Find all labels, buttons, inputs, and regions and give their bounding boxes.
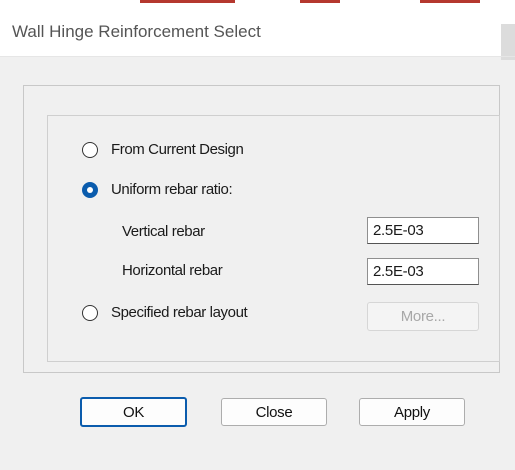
from-current-design-radio[interactable]: [82, 142, 98, 158]
horizontal-rebar-label: Horizontal rebar: [122, 262, 223, 279]
apply-button[interactable]: Apply: [359, 398, 465, 426]
from-current-design-label[interactable]: From Current Design: [111, 141, 244, 158]
close-button[interactable]: Close: [221, 398, 327, 426]
window-title: Wall Hinge Reinforcement Select: [12, 22, 261, 41]
background-window-edge: [300, 0, 340, 3]
specified-rebar-layout-label[interactable]: Specified rebar layout: [111, 304, 248, 321]
ok-button[interactable]: OK: [80, 397, 187, 427]
uniform-rebar-ratio-radio[interactable]: [82, 182, 98, 198]
uniform-rebar-ratio-label[interactable]: Uniform rebar ratio:: [111, 181, 233, 198]
specified-rebar-layout-radio[interactable]: [82, 305, 98, 321]
more-button[interactable]: More...: [367, 302, 479, 331]
background-window-edge: [420, 0, 480, 3]
title-bar[interactable]: Wall Hinge Reinforcement Select: [0, 6, 515, 60]
background-window-edge: [140, 0, 235, 3]
vertical-rebar-label: Vertical rebar: [122, 223, 205, 240]
title-bar-control[interactable]: [501, 24, 515, 60]
horizontal-rebar-input[interactable]: [367, 258, 479, 285]
vertical-rebar-input[interactable]: [367, 217, 479, 244]
title-bar-divider: [0, 56, 515, 57]
